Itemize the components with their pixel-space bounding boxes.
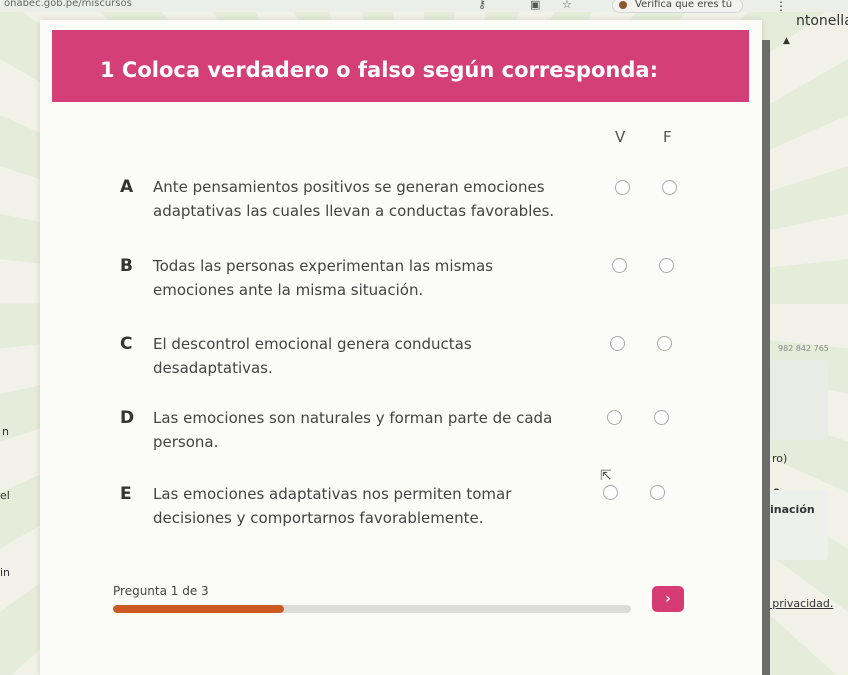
address-bar[interactable]: onabec.gob.pe/miscursos xyxy=(4,0,132,10)
radio-false-b[interactable] xyxy=(659,258,674,273)
statement-text: Ante pensamientos positivos se generan e… xyxy=(153,178,555,220)
radio-true-d[interactable] xyxy=(607,410,622,425)
radio-false-e[interactable] xyxy=(650,485,665,500)
browser-toolbar: onabec.gob.pe/miscursos ⚷ ▣ ☆ Verifica q… xyxy=(0,0,848,13)
progress-label: Pregunta 1 de 3 xyxy=(113,584,209,598)
profile-chip-label: Verifica que eres tú xyxy=(635,0,733,10)
radio-true-e[interactable] xyxy=(603,485,618,500)
user-name-fragment: ntonella, xyxy=(796,13,848,29)
statement-letter: D xyxy=(120,408,135,428)
statement-item: A Ante pensamientos positivos se generan… xyxy=(120,175,578,223)
side-text-fragment: ro) xyxy=(772,452,788,465)
radio-true-a[interactable] xyxy=(615,180,630,195)
profile-chip[interactable]: Verifica que eres tú xyxy=(612,0,744,13)
statement-item: C El descontrol emocional genera conduct… xyxy=(120,332,578,380)
radio-false-a[interactable] xyxy=(662,180,677,195)
statement-item: D Las emociones son naturales y forman p… xyxy=(120,406,578,454)
side-card xyxy=(770,360,828,440)
column-false-label: F xyxy=(663,128,672,146)
statement-item: B Todas las personas experimentan las mi… xyxy=(120,254,578,302)
translate-icon[interactable]: ▣ xyxy=(530,0,540,11)
scrollbar[interactable] xyxy=(762,40,770,675)
statement-text: El descontrol emocional genera conductas… xyxy=(153,335,472,377)
next-button[interactable]: › xyxy=(652,586,684,612)
column-true-label: V xyxy=(615,128,626,146)
side-text-fragment: in xyxy=(0,566,11,579)
statement-item: E Las emociones adaptativas nos permiten… xyxy=(120,482,578,530)
scroll-up-icon[interactable]: ▲ xyxy=(783,36,790,46)
question-title: 1 Coloca verdadero o falso según corresp… xyxy=(100,58,658,82)
avatar xyxy=(619,1,627,9)
statement-letter: A xyxy=(120,177,134,197)
progress-bar xyxy=(113,605,631,613)
radio-true-c[interactable] xyxy=(610,336,625,351)
side-text-fragment: inación xyxy=(770,503,815,516)
statement-letter: C xyxy=(120,334,133,354)
statement-letter: B xyxy=(120,256,133,276)
radio-false-d[interactable] xyxy=(654,410,669,425)
progress-fill xyxy=(113,605,284,613)
statement-text: Las emociones son naturales y forman par… xyxy=(153,409,553,451)
privacy-link[interactable]: e privacidad. xyxy=(762,597,833,610)
statement-text: Todas las personas experimentan las mism… xyxy=(153,257,493,299)
side-text-fragment: el xyxy=(0,489,10,502)
statement-text: Las emociones adaptativas nos permiten t… xyxy=(153,485,512,527)
radio-true-b[interactable] xyxy=(612,258,627,273)
question-header: 1 Coloca verdadero o falso según corresp… xyxy=(52,30,749,102)
side-card xyxy=(770,490,828,560)
statement-letter: E xyxy=(120,484,132,504)
radio-false-c[interactable] xyxy=(657,336,672,351)
side-text-fragment: n xyxy=(2,425,9,438)
mouse-cursor-icon: ⇱ xyxy=(600,468,612,484)
phone-fragment: 982 842 765 xyxy=(778,344,829,353)
bookmark-star-icon[interactable]: ☆ xyxy=(562,0,572,11)
key-icon[interactable]: ⚷ xyxy=(478,0,486,11)
browser-menu-icon[interactable]: ⋮ xyxy=(775,0,787,12)
